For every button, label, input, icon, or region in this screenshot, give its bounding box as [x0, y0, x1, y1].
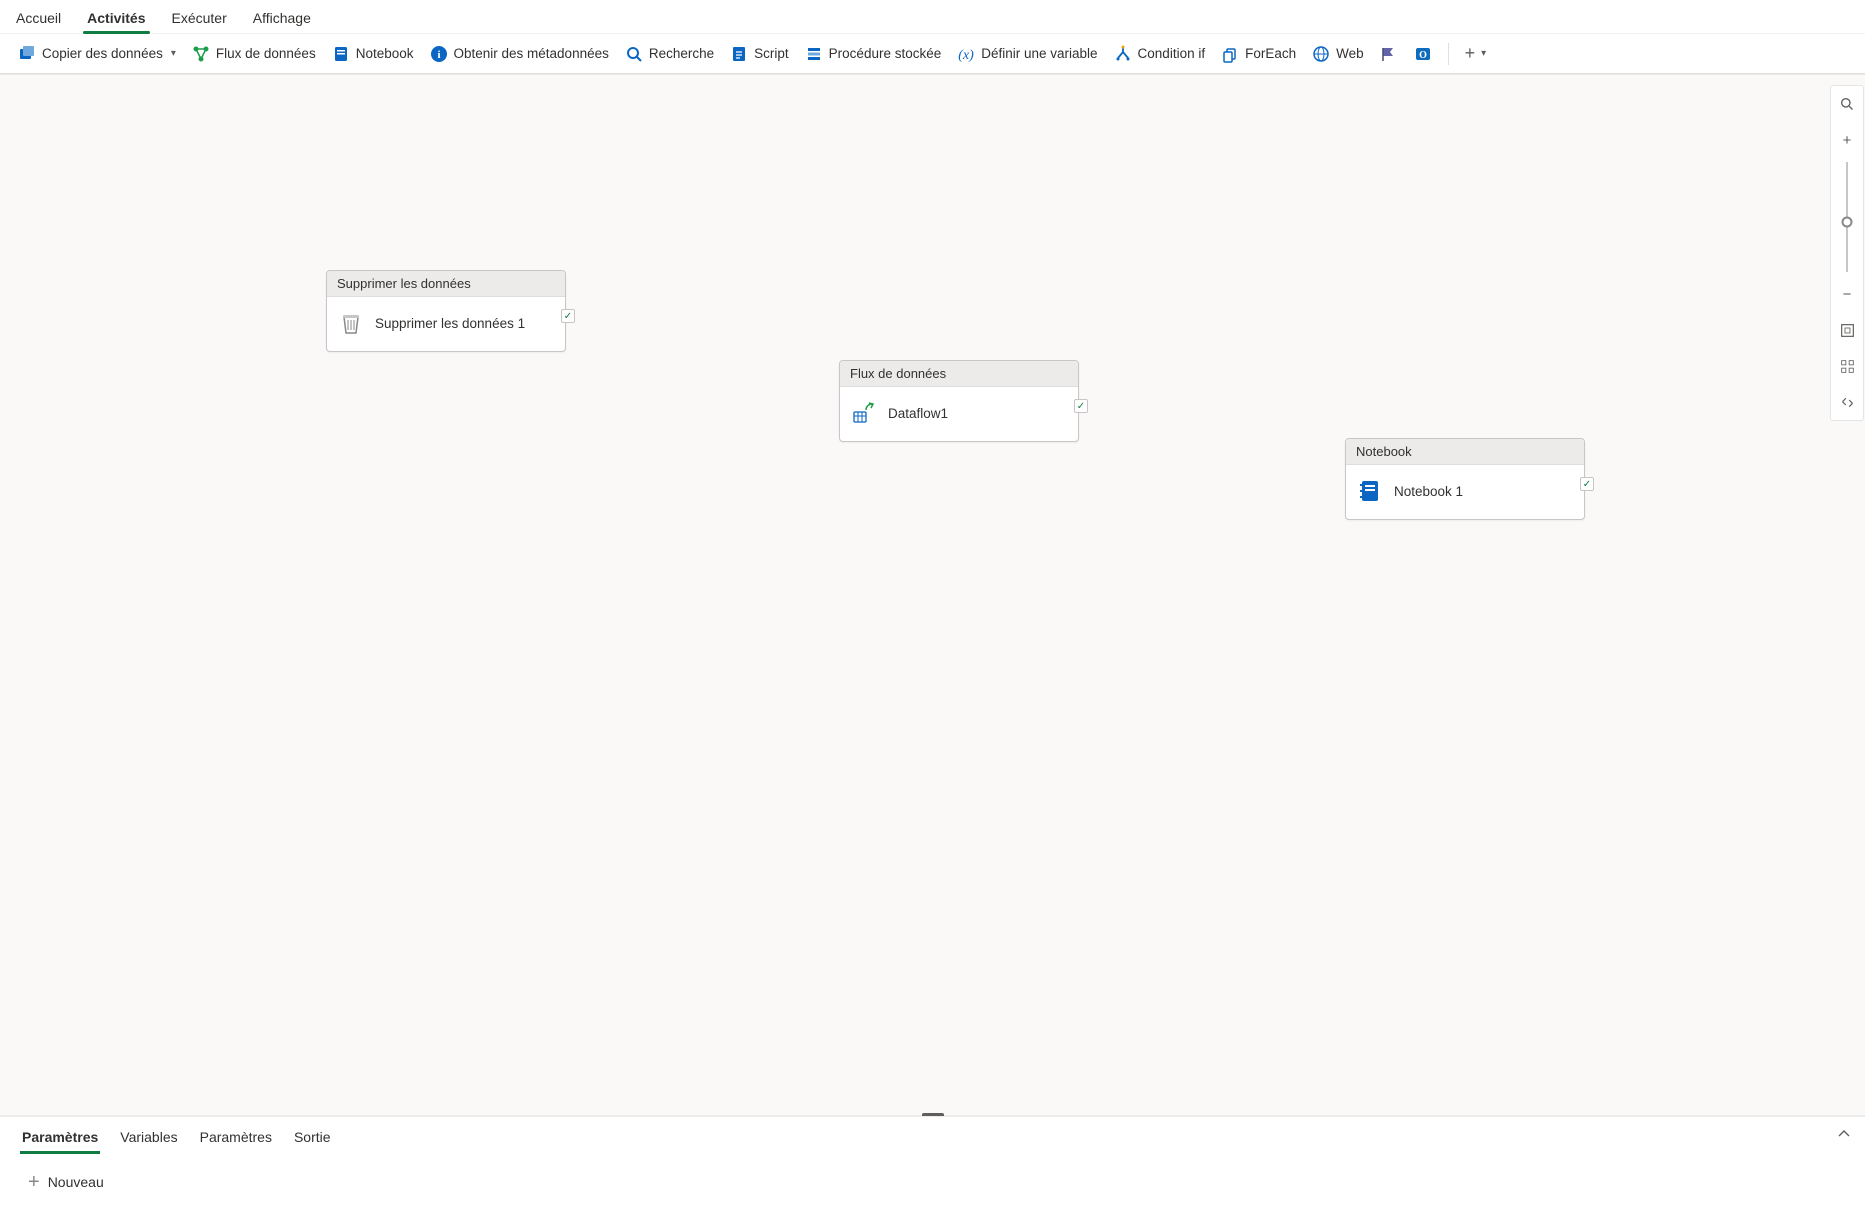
chevron-down-icon: ▾ [1481, 48, 1486, 59]
plus-icon: + [1843, 132, 1852, 149]
canvas-search-button[interactable] [1831, 86, 1863, 122]
tool-web[interactable]: Web [1306, 41, 1370, 67]
tool-notebook-label: Notebook [356, 46, 414, 61]
condition-icon [1114, 45, 1132, 63]
bottom-tab-parametres-2[interactable]: Paramètres [198, 1121, 274, 1153]
zoom-in-button[interactable]: + [1831, 122, 1863, 158]
tool-stored-proc[interactable]: Procédure stockée [799, 41, 948, 67]
activity-type-label: Flux de données [840, 361, 1078, 387]
tool-foreach[interactable]: ForEach [1215, 41, 1302, 67]
new-parameter-label: Nouveau [48, 1174, 104, 1190]
tab-affichage[interactable]: Affichage [249, 4, 315, 33]
tool-if-condition-label: Condition if [1138, 46, 1206, 61]
activity-name: Supprimer les données 1 [375, 316, 525, 331]
notebook-activity-icon [1356, 477, 1384, 505]
collapse-icon [1840, 395, 1855, 410]
dataflow-icon [192, 45, 210, 63]
search-icon [625, 45, 643, 63]
tool-notebook[interactable]: Notebook [326, 41, 420, 67]
tool-web-label: Web [1336, 46, 1364, 61]
variable-icon: (x) [957, 45, 975, 63]
chevron-up-icon [1837, 1127, 1851, 1141]
activity-name: Notebook 1 [1394, 484, 1463, 499]
tool-dataflow[interactable]: Flux de données [186, 41, 322, 67]
bottom-panel-content: + Nouveau [0, 1156, 1865, 1208]
collapse-panel-button[interactable] [1837, 1127, 1851, 1144]
tool-copy-data-label: Copier des données [42, 46, 163, 61]
activity-notebook[interactable]: Notebook Notebook 1 ✓ [1345, 438, 1585, 520]
globe-icon [1312, 45, 1330, 63]
stored-proc-icon [805, 45, 823, 63]
tab-activites[interactable]: Activités [83, 4, 149, 33]
zoom-slider-thumb[interactable] [1842, 217, 1853, 228]
plus-icon: + [28, 1172, 40, 1192]
new-parameter-button[interactable]: + Nouveau [28, 1172, 104, 1192]
flag-icon [1380, 45, 1398, 63]
svg-text:i: i [437, 49, 440, 61]
tool-copy-data[interactable]: Copier des données ▾ [12, 41, 182, 67]
connector-layer [0, 75, 300, 225]
top-tab-bar: Accueil Activités Exécuter Affichage [0, 0, 1865, 34]
toolbar-separator [1448, 43, 1449, 65]
search-icon [1840, 97, 1855, 112]
activity-delete-data[interactable]: Supprimer les données Supprimer les donn… [326, 270, 566, 352]
bottom-tab-sortie[interactable]: Sortie [292, 1121, 333, 1153]
zoom-slider[interactable] [1846, 162, 1848, 272]
tool-foreach-label: ForEach [1245, 46, 1296, 61]
zoom-out-button[interactable]: − [1831, 276, 1863, 312]
activity-type-label: Supprimer les données [327, 271, 565, 297]
tab-accueil[interactable]: Accueil [12, 4, 65, 33]
foreach-icon [1221, 45, 1239, 63]
info-icon: i [430, 45, 448, 63]
svg-text:O: O [1419, 50, 1427, 61]
success-check-icon[interactable]: ✓ [1580, 477, 1594, 491]
tool-set-variable-label: Définir une variable [981, 46, 1097, 61]
script-icon [730, 45, 748, 63]
activity-dataflow[interactable]: Flux de données Dataflow1 ✓ [839, 360, 1079, 442]
dataflow-activity-icon [850, 399, 878, 427]
mini-map-button[interactable] [1831, 384, 1863, 420]
outlook-icon: O [1414, 45, 1432, 63]
plus-icon: + [1465, 43, 1476, 64]
bottom-tab-parametres[interactable]: Paramètres [20, 1121, 100, 1153]
tool-lookup[interactable]: Recherche [619, 41, 720, 67]
tool-add-more[interactable]: + ▾ [1459, 39, 1493, 68]
tool-lookup-label: Recherche [649, 46, 714, 61]
chevron-down-icon: ▾ [171, 48, 176, 59]
activity-type-label: Notebook [1346, 439, 1584, 465]
success-check-icon[interactable]: ✓ [561, 309, 575, 323]
tool-stored-proc-label: Procédure stockée [829, 46, 942, 61]
tool-script-label: Script [754, 46, 789, 61]
tool-dataflow-label: Flux de données [216, 46, 316, 61]
success-check-icon[interactable]: ✓ [1074, 399, 1088, 413]
trash-icon [337, 309, 365, 337]
fit-screen-icon [1840, 323, 1855, 338]
tab-executer[interactable]: Exécuter [168, 4, 231, 33]
bottom-tab-variables[interactable]: Variables [118, 1121, 179, 1153]
copy-data-icon [18, 45, 36, 63]
activity-name: Dataflow1 [888, 406, 948, 421]
auto-layout-button[interactable] [1831, 348, 1863, 384]
tool-get-metadata-label: Obtenir des métadonnées [454, 46, 609, 61]
layout-icon [1840, 359, 1855, 374]
activities-toolbar: Copier des données ▾ Flux de données Not… [0, 34, 1865, 74]
tool-outlook[interactable]: O [1408, 41, 1438, 67]
notebook-icon [332, 45, 350, 63]
bottom-tab-bar: Paramètres Variables Paramètres Sortie [0, 1116, 1865, 1156]
tool-if-condition[interactable]: Condition if [1108, 41, 1212, 67]
canvas-zoom-bar: + − [1830, 85, 1864, 421]
tool-script[interactable]: Script [724, 41, 795, 67]
tool-teams[interactable] [1374, 41, 1404, 67]
zoom-fit-button[interactable] [1831, 312, 1863, 348]
svg-text:(x): (x) [958, 48, 974, 63]
tool-set-variable[interactable]: (x) Définir une variable [951, 41, 1103, 67]
tool-get-metadata[interactable]: i Obtenir des métadonnées [424, 41, 615, 67]
pipeline-canvas[interactable]: Supprimer les données Supprimer les donn… [0, 74, 1865, 1116]
minus-icon: − [1843, 286, 1852, 303]
